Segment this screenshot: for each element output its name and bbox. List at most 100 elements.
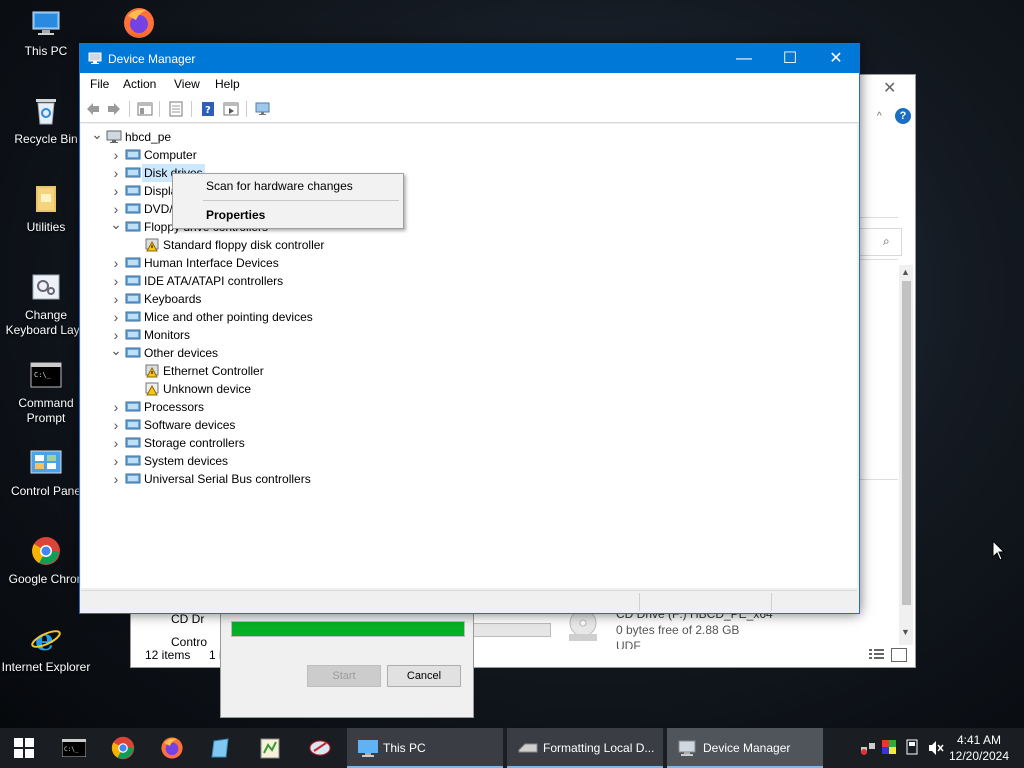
menu-bar: File Action View Help [80, 73, 859, 96]
properties-icon[interactable] [168, 101, 184, 117]
drive-filesystem: UDF [616, 639, 641, 649]
tree-root[interactable]: ⌄ hbcd_pe [91, 127, 491, 146]
tree-category[interactable]: › Storage controllers [110, 434, 510, 452]
large-icons-view-icon[interactable] [891, 648, 907, 662]
chevron-right-icon[interactable]: › [110, 452, 122, 470]
desktop-icon-internet-explorer[interactable]: e Internet Explorer [0, 622, 92, 675]
device-manager-icon [677, 738, 699, 758]
forward-arrow-icon[interactable] [106, 101, 122, 117]
divider [858, 479, 898, 480]
menu-item-properties[interactable]: Properties [206, 208, 265, 222]
minimize-button[interactable]: — [721, 44, 767, 73]
tree-device[interactable]: Unknown device [129, 380, 529, 398]
tree-category[interactable]: ⌄ Other devices [110, 343, 510, 362]
tree-device[interactable]: Standard floppy disk controller [129, 236, 529, 254]
device-category-icon [125, 346, 141, 360]
taskbar-command-prompt-icon[interactable]: C:\_ [50, 728, 98, 768]
clock[interactable]: 4:41 AM 12/20/2024 [946, 732, 1012, 764]
chevron-right-icon[interactable]: › [110, 164, 122, 182]
tree-item-label: hbcd_pe [125, 130, 172, 144]
menu-help[interactable]: Help [215, 77, 240, 91]
action-pane-icon[interactable] [223, 101, 239, 117]
format-progress-bar [231, 621, 465, 637]
chevron-right-icon[interactable]: › [110, 470, 122, 488]
help-book-icon[interactable]: ? [200, 101, 216, 117]
tree-category[interactable]: › Human Interface Devices [110, 254, 510, 272]
tree-category[interactable]: › Monitors [110, 326, 510, 344]
tree-category[interactable]: › System devices [110, 452, 510, 470]
scrollbar-thumb[interactable] [902, 281, 911, 605]
taskbar-app-icon[interactable] [197, 728, 245, 768]
tree-category[interactable]: › Keyboards [110, 290, 510, 308]
taskbar-chrome-icon[interactable] [99, 728, 147, 768]
tree-category[interactable]: › Universal Serial Bus controllers [110, 470, 510, 488]
firefox-desktop-icon[interactable] [122, 6, 156, 40]
menu-item-label: Scan for hardware changes [206, 179, 353, 193]
chevron-right-icon[interactable]: › [110, 434, 122, 452]
menu-file[interactable]: File [90, 77, 109, 91]
chevron-right-icon[interactable]: › [110, 290, 122, 308]
chevron-down-icon[interactable]: ⌄ [110, 343, 122, 362]
tree-category[interactable]: › Computer [110, 146, 510, 164]
task-device-manager[interactable]: Device Manager [667, 728, 823, 768]
menu-view[interactable]: View [174, 77, 200, 91]
chevron-right-icon[interactable]: › [110, 272, 122, 290]
show-hide-console-tree-icon[interactable] [137, 101, 153, 117]
start-button[interactable]: Start [307, 665, 381, 687]
drive-free-space: 0 bytes free of 2.88 GB [616, 623, 740, 637]
network-tray-icon[interactable] [860, 740, 876, 756]
title-bar[interactable]: Device Manager — ☐ ✕ [80, 44, 859, 73]
tree-category[interactable]: › Processors [110, 398, 510, 416]
chevron-right-icon[interactable]: › [110, 254, 122, 272]
explorer-search-box[interactable]: ⌕ [858, 228, 902, 256]
warning-device-icon [144, 238, 160, 252]
back-arrow-icon[interactable] [85, 101, 101, 117]
color-tray-icon[interactable] [882, 740, 896, 754]
device-category-icon [125, 184, 141, 198]
scan-hardware-icon[interactable] [255, 101, 271, 117]
volume-muted-icon[interactable] [928, 740, 944, 756]
scroll-up-arrow-icon[interactable]: ▲ [901, 267, 910, 277]
task-formatting-local-disk[interactable]: Formatting Local D... [507, 728, 663, 768]
control-panel-icon [29, 446, 63, 480]
explorer-scrollbar[interactable]: ▲ ▼ [899, 265, 913, 645]
cancel-button[interactable]: Cancel [387, 665, 461, 687]
explorer-close-icon[interactable]: ✕ [883, 81, 899, 97]
chevron-right-icon[interactable]: › [110, 416, 122, 434]
drive-icon [517, 738, 539, 758]
toolbar-separator [129, 101, 130, 117]
chevron-right-icon[interactable]: › [110, 308, 122, 326]
device-manager-window[interactable]: Device Manager — ☐ ✕ File Action View He… [79, 43, 860, 614]
start-button[interactable] [0, 728, 48, 768]
usb-tray-icon[interactable] [906, 739, 918, 755]
tree-category[interactable]: › Software devices [110, 416, 510, 434]
nav-item-cd-drive[interactable]: CD Dr [171, 612, 221, 626]
tree-device[interactable]: Ethernet Controller [129, 362, 529, 380]
details-view-icon[interactable] [869, 648, 885, 660]
close-button[interactable]: ✕ [813, 44, 859, 73]
device-category-icon [125, 220, 141, 234]
maximize-button[interactable]: ☐ [767, 44, 813, 73]
explorer-chevron-up-icon[interactable]: ^ [877, 111, 882, 122]
taskbar-tool-icon[interactable] [296, 728, 344, 768]
chevron-right-icon[interactable]: › [110, 182, 122, 200]
menu-action[interactable]: Action [123, 77, 156, 91]
format-dialog[interactable]: Start Cancel [220, 606, 474, 718]
device-category-icon [125, 454, 141, 468]
tree-category[interactable]: › Mice and other pointing devices [110, 308, 510, 326]
tree-category[interactable]: › IDE ATA/ATAPI controllers [110, 272, 510, 290]
device-category-icon [125, 274, 141, 288]
tree-item-label: System devices [144, 454, 229, 468]
chevron-right-icon[interactable]: › [110, 146, 122, 164]
taskbar-notepad-icon[interactable] [246, 728, 294, 768]
taskbar-firefox-icon[interactable] [148, 728, 196, 768]
device-category-icon [125, 256, 141, 270]
chevron-right-icon[interactable]: › [110, 398, 122, 416]
menu-item-scan-for-hardware-changes[interactable]: Scan for hardware changes [206, 179, 353, 193]
chevron-down-icon[interactable]: ⌄ [91, 127, 103, 146]
help-icon[interactable]: ? [895, 108, 911, 124]
scroll-down-arrow-icon[interactable]: ▼ [901, 627, 910, 637]
nav-item-control-panel[interactable]: Contro [171, 635, 221, 647]
chevron-down-icon[interactable]: ⌄ [110, 217, 122, 236]
task-this-pc[interactable]: This PC [347, 728, 503, 768]
